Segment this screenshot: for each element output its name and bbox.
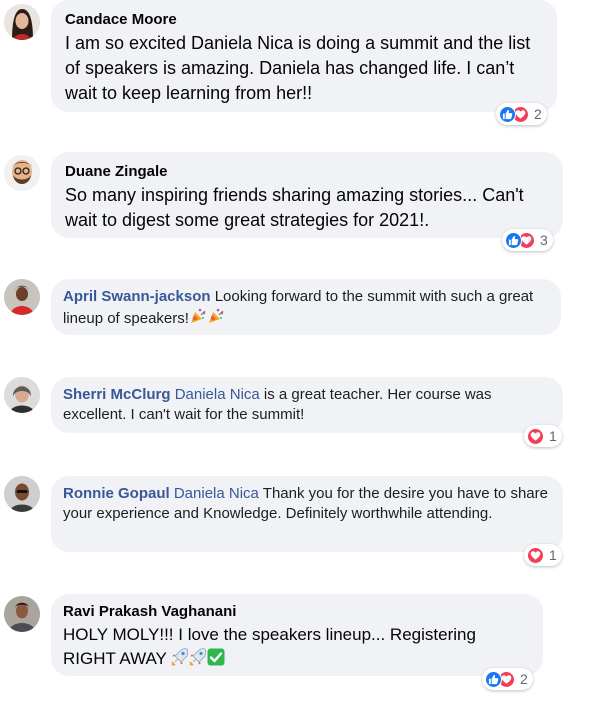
avatar[interactable] <box>4 155 40 191</box>
avatar[interactable] <box>4 596 40 632</box>
comment-author[interactable]: April Swann-jackson <box>63 288 211 305</box>
reaction-count: 2 <box>520 671 528 687</box>
comment-bubble: Sherri McClurg Daniela Nica is a great t… <box>51 377 563 433</box>
avatar[interactable] <box>4 279 40 315</box>
like-icon <box>485 670 502 688</box>
reaction-summary[interactable]: 2 <box>482 668 533 690</box>
reaction-summary[interactable]: 1 <box>524 425 562 447</box>
reaction-count: 1 <box>549 428 557 444</box>
comment-text: So many inspiring friends sharing amazin… <box>65 185 524 230</box>
comment-author[interactable]: Ravi Prakash Vaghanani <box>63 603 531 620</box>
comment-author[interactable]: Sherri McClurg <box>63 386 171 403</box>
mention-link[interactable]: Daniela Nica <box>174 485 259 502</box>
comment-author[interactable]: Duane Zingale <box>65 163 551 180</box>
party-popper-icon <box>207 307 225 331</box>
comment-bubble: Ravi Prakash Vaghanani HOLY MOLY!!! I lo… <box>51 594 543 676</box>
rocket-icon <box>189 648 207 673</box>
party-popper-icon <box>189 307 207 331</box>
reaction-count: 1 <box>549 547 557 563</box>
reaction-summary[interactable]: 1 <box>524 544 562 566</box>
reaction-summary[interactable]: 2 <box>496 103 547 125</box>
comment-text: HOLY MOLY!!! I love the speakers lineup.… <box>63 625 476 668</box>
rocket-icon <box>171 648 189 673</box>
reaction-summary[interactable]: 3 <box>502 229 553 251</box>
comment-bubble: Ronnie Gopaul Daniela Nica Thank you for… <box>51 476 563 552</box>
avatar[interactable] <box>4 377 40 413</box>
love-icon <box>527 427 544 445</box>
comment-bubble: Duane Zingale So many inspiring friends … <box>51 152 563 238</box>
reaction-count: 3 <box>540 232 548 248</box>
comment-author[interactable]: Ronnie Gopaul <box>63 485 170 502</box>
comment-author[interactable]: Candace Moore <box>65 11 545 28</box>
avatar[interactable] <box>4 4 40 40</box>
love-icon <box>527 546 544 564</box>
like-icon <box>499 105 516 123</box>
mention-link[interactable]: Daniela Nica <box>175 386 260 403</box>
avatar[interactable] <box>4 476 40 512</box>
check-mark-button-icon <box>207 648 225 673</box>
comment-text: I am so excited Daniela Nica is doing a … <box>65 33 531 103</box>
like-icon <box>505 231 522 249</box>
comment-bubble: Candace Moore I am so excited Daniela Ni… <box>51 0 557 112</box>
reaction-count: 2 <box>534 106 542 122</box>
comment-bubble: April Swann-jackson Looking forward to t… <box>51 279 561 335</box>
